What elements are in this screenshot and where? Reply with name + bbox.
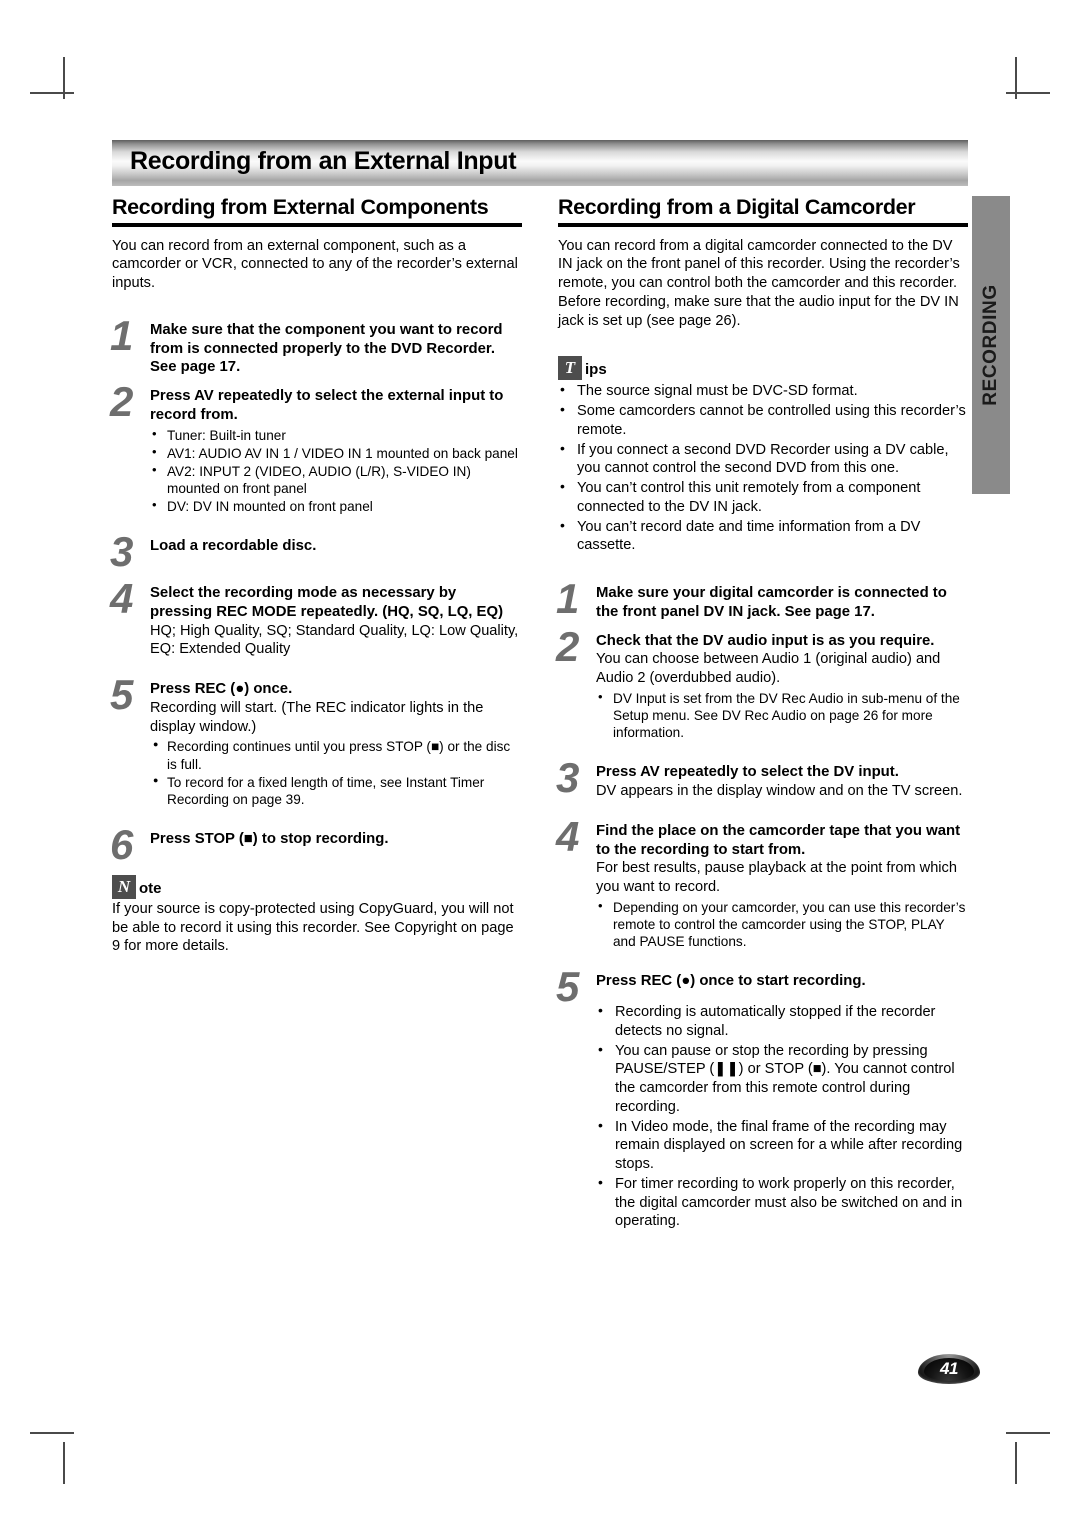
step-3-left: 3 Load a recordable disc.	[110, 531, 522, 573]
step-1-right: 1 Make sure your digital camcorder is co…	[556, 578, 968, 622]
note-callout-header: N ote	[112, 874, 522, 899]
list-item: You can pause or stop the recording by p…	[596, 1041, 968, 1117]
page-content: Recording from an External Input Recordi…	[110, 140, 968, 1229]
left-column: Recording from External Components You c…	[110, 196, 522, 956]
crop-mark-bottom-left-horizontal	[30, 1432, 74, 1434]
list-item: DV Input is set from the DV Rec Audio in…	[596, 689, 968, 741]
step-subtext: HQ; High Quality, SQ; Standard Quality, …	[150, 622, 519, 658]
section-tab-recording: RECORDING	[972, 196, 1010, 494]
note-text: If your source is copy-protected using C…	[112, 900, 514, 955]
step-number: 3	[110, 528, 134, 576]
step-number: 1	[110, 311, 134, 359]
list-item: Recording continues until you press STOP…	[150, 738, 522, 772]
crop-mark-top-right-horizontal	[1006, 92, 1050, 94]
right-intro-paragraph-2: Before recording, make sure that the aud…	[558, 293, 959, 329]
list-item: If you connect a second DVD Recorder usi…	[558, 440, 968, 479]
crop-mark-top-left-horizontal	[30, 92, 74, 94]
step-number: 3	[556, 754, 580, 802]
step-1-left: 1 Make sure that the component you want …	[110, 314, 522, 377]
step-title: Check that the DV audio input is as you …	[596, 632, 935, 649]
list-item: Recording is automatically stopped if th…	[596, 1002, 968, 1041]
list-item: Some camcorders cannot be controlled usi…	[558, 401, 968, 440]
step-title: Press AV repeatedly to select the DV inp…	[596, 764, 899, 781]
page-number-badge: 41	[918, 1354, 980, 1384]
list-item: The source signal must be DVC-SD format.	[558, 381, 968, 401]
step-title: Make sure that the component you want to…	[150, 321, 503, 376]
tips-icon: T	[558, 356, 582, 381]
step-title: Find the place on the camcorder tape tha…	[596, 822, 961, 858]
right-intro-paragraph-1: You can record from a digital camcorder …	[558, 237, 960, 292]
step-5-notes-list: Recording continues until you press STOP…	[150, 738, 522, 808]
step-2-left: 2 Press AV repeatedly to select the exte…	[110, 381, 522, 516]
step-title: Select the recording mode as necessary b…	[150, 585, 504, 620]
tips-list: The source signal must be DVC-SD format.…	[558, 381, 968, 556]
tips-label: ips	[585, 361, 607, 379]
tips-callout-header: T ips	[558, 356, 968, 381]
list-item: To record for a fixed length of time, se…	[150, 774, 522, 808]
crop-mark-bottom-left-vertical	[63, 1442, 65, 1484]
step-number: 2	[556, 622, 580, 670]
list-item: Depending on your camcorder, you can use…	[596, 898, 968, 950]
step-5-right: 5 Press REC (●) once to start recording.…	[556, 966, 968, 1231]
crop-mark-bottom-right-horizontal	[1006, 1432, 1050, 1434]
step-3-right: 3 Press AV repeatedly to select the DV i…	[556, 757, 968, 801]
list-item: In Video mode, the final frame of the re…	[596, 1117, 968, 1174]
step-2-right: 2 Check that the DV audio input is as yo…	[556, 625, 968, 742]
step-5-notes-list: Recording is automatically stopped if th…	[596, 1002, 968, 1231]
step-title: Press AV repeatedly to select the extern…	[150, 388, 504, 423]
step-subtext: Recording will start. (The REC indicator…	[150, 699, 484, 735]
step-5-left: 5 Press REC (●) once. Recording will sta…	[110, 674, 522, 808]
step-2-input-list: Tuner: Built-in tuner AV1: AUDIO AV IN 1…	[150, 426, 522, 516]
note-label: ote	[139, 879, 162, 897]
left-section-heading: Recording from External Components	[112, 196, 522, 227]
right-column: Recording from a Digital Camcorder You c…	[556, 196, 968, 1232]
step-title: Press REC (●) once to start recording.	[596, 973, 866, 990]
note-icon: N	[112, 874, 136, 899]
step-number: 5	[556, 963, 580, 1011]
crop-mark-bottom-right-vertical	[1015, 1442, 1017, 1484]
step-number: 4	[110, 575, 134, 623]
right-section-heading: Recording from a Digital Camcorder	[558, 196, 968, 227]
list-item: Tuner: Built-in tuner	[150, 426, 522, 444]
page-title: Recording from an External Input	[130, 147, 517, 175]
step-subtext: You can choose between Audio 1 (original…	[596, 651, 941, 687]
step-6-left: 6 Press STOP (■) to stop recording.	[110, 823, 522, 865]
page-number-label: 41	[940, 1359, 958, 1378]
step-subtext: DV appears in the display window and on …	[596, 783, 963, 800]
step-number: 5	[110, 671, 134, 719]
step-4-notes-list: Depending on your camcorder, you can use…	[596, 898, 968, 950]
step-title: Press STOP (■) to stop recording.	[150, 830, 389, 847]
step-number: 4	[556, 812, 580, 860]
step-title: Load a recordable disc.	[150, 538, 317, 555]
list-item: You can’t record date and time informati…	[558, 517, 968, 556]
section-tab-label: RECORDING	[980, 284, 1001, 406]
step-number: 1	[556, 575, 580, 623]
step-4-right: 4 Find the place on the camcorder tape t…	[556, 815, 968, 950]
left-intro-paragraph: You can record from an external componen…	[112, 237, 518, 292]
list-item: You can’t control this unit remotely fro…	[558, 478, 968, 517]
list-item: For timer recording to work properly on …	[596, 1174, 968, 1231]
step-4-left: 4 Select the recording mode as necessary…	[110, 578, 522, 659]
step-title: Press REC (●) once.	[150, 681, 293, 698]
list-item: AV2: INPUT 2 (VIDEO, AUDIO (L/R), S-VIDE…	[150, 462, 522, 497]
list-item: DV: DV IN mounted on front panel	[150, 497, 522, 515]
step-subtext: For best results, pause playback at the …	[596, 860, 957, 896]
page-banner: Recording from an External Input	[112, 140, 968, 186]
list-item: AV1: AUDIO AV IN 1 / VIDEO IN 1 mounted …	[150, 444, 522, 462]
step-number: 6	[110, 820, 134, 868]
step-number: 2	[110, 378, 134, 426]
step-title: Make sure your digital camcorder is conn…	[596, 585, 947, 620]
step-2-notes-list: DV Input is set from the DV Rec Audio in…	[596, 689, 968, 741]
